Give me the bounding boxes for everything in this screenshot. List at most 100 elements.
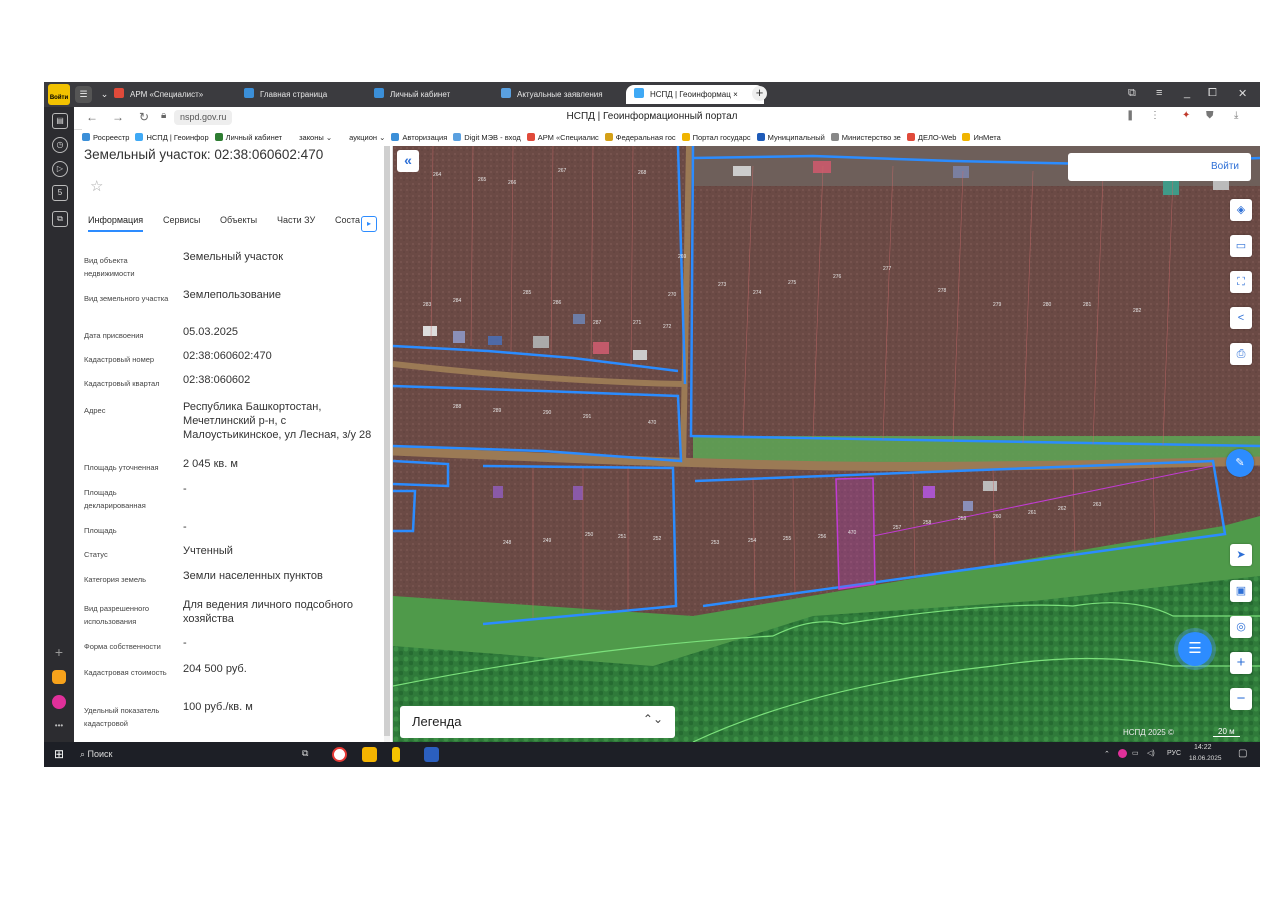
bookmark-label: Личный кабинет	[225, 133, 283, 142]
share-icon[interactable]: <	[1230, 307, 1252, 329]
tab-objects[interactable]: Объекты	[220, 215, 257, 225]
close-icon[interactable]: ✕	[1238, 87, 1247, 100]
area-select-icon[interactable]: ⛶	[1230, 271, 1252, 293]
scrollbar-thumb[interactable]	[384, 146, 390, 736]
bookmark-item[interactable]: Digit МЭВ - вход	[453, 129, 521, 146]
bookmark-item[interactable]: АРМ «Специалис	[526, 129, 599, 146]
tab-information[interactable]: Информация	[88, 215, 144, 232]
tab-services[interactable]: Сервисы	[163, 215, 200, 225]
layers-icon[interactable]: ◈	[1230, 199, 1252, 221]
print-icon[interactable]: ⎙	[1230, 343, 1252, 365]
bookmark-item[interactable]: законы ⌄	[288, 129, 332, 146]
screenshot-icon[interactable]: ⧉	[52, 211, 68, 227]
attribution: НСПД 2025 ©	[1123, 728, 1174, 737]
bookmark-item[interactable]: Федеральная гос	[604, 129, 676, 146]
legend-select[interactable]: Легенда ⌃⌄	[400, 706, 675, 738]
chevron-right-icon[interactable]: ▸	[361, 216, 377, 232]
tab-parts[interactable]: Части ЗУ	[277, 215, 315, 225]
shield-icon[interactable]: ⛊	[1206, 110, 1214, 121]
bookmark-favicon-icon	[338, 133, 347, 141]
bookmark-item[interactable]: аукцион ⌄	[338, 129, 385, 146]
task-view-icon[interactable]: ⧉	[302, 748, 308, 759]
yandex-logo[interactable]: Войти	[48, 84, 70, 105]
more-icon[interactable]: ⋮	[1150, 110, 1160, 121]
parcel-number-label: 253	[711, 540, 720, 546]
volume-icon[interactable]: ◁)	[1147, 749, 1155, 757]
minimize-icon[interactable]: _	[1184, 87, 1190, 99]
panel-scrollbar[interactable]	[384, 146, 390, 742]
windows-start-icon[interactable]: ⊞	[54, 747, 64, 761]
browser-tab[interactable]: Личный кабинет	[374, 85, 489, 104]
word-icon[interactable]	[424, 747, 439, 762]
download-icon[interactable]: ⤓	[1234, 110, 1238, 121]
tray-app-icon[interactable]	[1118, 749, 1127, 758]
extension-icon[interactable]: ✦	[1182, 110, 1190, 121]
history-icon[interactable]: ◷	[52, 137, 68, 153]
bookmark-item[interactable]: НСПД | Геоинфор	[135, 129, 209, 146]
parcel-number-label: 281	[1083, 302, 1092, 308]
tab-close-icon[interactable]: ×	[731, 90, 738, 99]
chat-icon[interactable]: ☰	[1178, 632, 1212, 666]
bookmark-item[interactable]: Авторизация	[391, 129, 447, 146]
language-indicator[interactable]: РУС	[1167, 750, 1181, 757]
notifications-icon[interactable]: ▢	[1238, 748, 1247, 759]
bookmark-item[interactable]: Муниципальный	[756, 129, 825, 146]
star-icon[interactable]: ☆	[90, 177, 103, 195]
collections-icon[interactable]: ⧉	[1128, 87, 1136, 100]
bookmark-item[interactable]: ИнМета	[962, 129, 1001, 146]
bookmark-item[interactable]: Росреестр	[82, 129, 129, 146]
parcel-number-label: 248	[503, 540, 512, 546]
browser-tab[interactable]: Актуальные заявления	[501, 85, 616, 104]
bookmark-item[interactable]: Портал государс	[681, 129, 751, 146]
field-label: Вид объекта недвижимости	[84, 256, 135, 278]
bookmark-label: Digit МЭВ - вход	[464, 133, 521, 142]
locate-icon[interactable]: ➤	[1230, 544, 1252, 566]
map-canvas[interactable]: 470 248 249 250 251 252 253 254 255 256 257 258 259 2…	[393, 146, 1260, 742]
login-button[interactable]: Войти	[1068, 153, 1251, 181]
clock-time[interactable]: 14:22	[1194, 744, 1212, 751]
parcel-number-label: 254	[748, 538, 757, 544]
tabs-icon[interactable]: ▤	[52, 113, 68, 129]
add-icon[interactable]: +	[52, 645, 66, 659]
bookmark-item[interactable]: Личный кабинет	[214, 129, 283, 146]
menu-icon[interactable]: ≡	[1156, 87, 1162, 99]
parcel-number-label: 288	[453, 404, 462, 410]
browser-tab[interactable]: НСПД | Геоинформац ×	[626, 85, 764, 104]
folder-icon[interactable]	[362, 747, 377, 762]
more-apps-icon[interactable]: •••	[52, 719, 66, 733]
bookmark-item[interactable]: ДЕЛО-Web	[906, 129, 956, 146]
zoom-in-icon[interactable]: +	[1230, 652, 1252, 674]
basemap-icon[interactable]: ▣	[1230, 580, 1252, 602]
taskbar-search[interactable]: ⌕ Поиск	[80, 749, 113, 760]
mail-icon[interactable]	[52, 670, 66, 684]
parcel-number-label: 289	[493, 408, 502, 414]
collapse-panel-button[interactable]: «	[397, 150, 419, 172]
app-icon[interactable]	[52, 695, 66, 709]
measure-round-icon[interactable]: ✎	[1226, 449, 1254, 477]
ruler-icon[interactable]: ▭	[1230, 235, 1252, 257]
network-icon[interactable]: ▭	[1132, 749, 1139, 757]
clock-date[interactable]: 18.06.2025	[1189, 755, 1222, 762]
tab-composition[interactable]: Соста	[335, 215, 360, 225]
parcel-number-label: 275	[788, 280, 797, 286]
parcel-number-label: 274	[753, 290, 762, 296]
bookmark-icon[interactable]: ❚	[1126, 110, 1134, 121]
play-icon[interactable]: ▷	[52, 161, 68, 177]
browser-menu-icon[interactable]: ☰	[75, 86, 92, 103]
geo-search-icon[interactable]: ◎	[1230, 616, 1252, 638]
restore-icon[interactable]: ⧠	[1208, 87, 1217, 100]
chevron-down-icon[interactable]: ⌄	[96, 86, 113, 103]
notes-icon[interactable]: 5	[52, 185, 68, 201]
tray-chevron-icon[interactable]: ⌃	[1104, 750, 1110, 758]
new-tab-button[interactable]: +	[752, 86, 767, 101]
logo-text: Войти	[49, 95, 69, 101]
notes-app-icon[interactable]	[392, 747, 400, 762]
browser-tab[interactable]: Главная страница	[244, 85, 359, 104]
field-value: Учтенный	[183, 545, 233, 557]
zoom-out-icon[interactable]: −	[1230, 688, 1252, 710]
bookmark-item[interactable]: Министерство зе	[830, 129, 901, 146]
browser-tab[interactable]: АРМ «Специалист»	[114, 85, 229, 104]
map-view[interactable]: 470 248 249 250 251 252 253 254 255 256 257 258 259 2…	[393, 146, 1260, 742]
parcel-number-label: 252	[653, 536, 662, 542]
yandex-browser-icon[interactable]	[332, 747, 347, 762]
